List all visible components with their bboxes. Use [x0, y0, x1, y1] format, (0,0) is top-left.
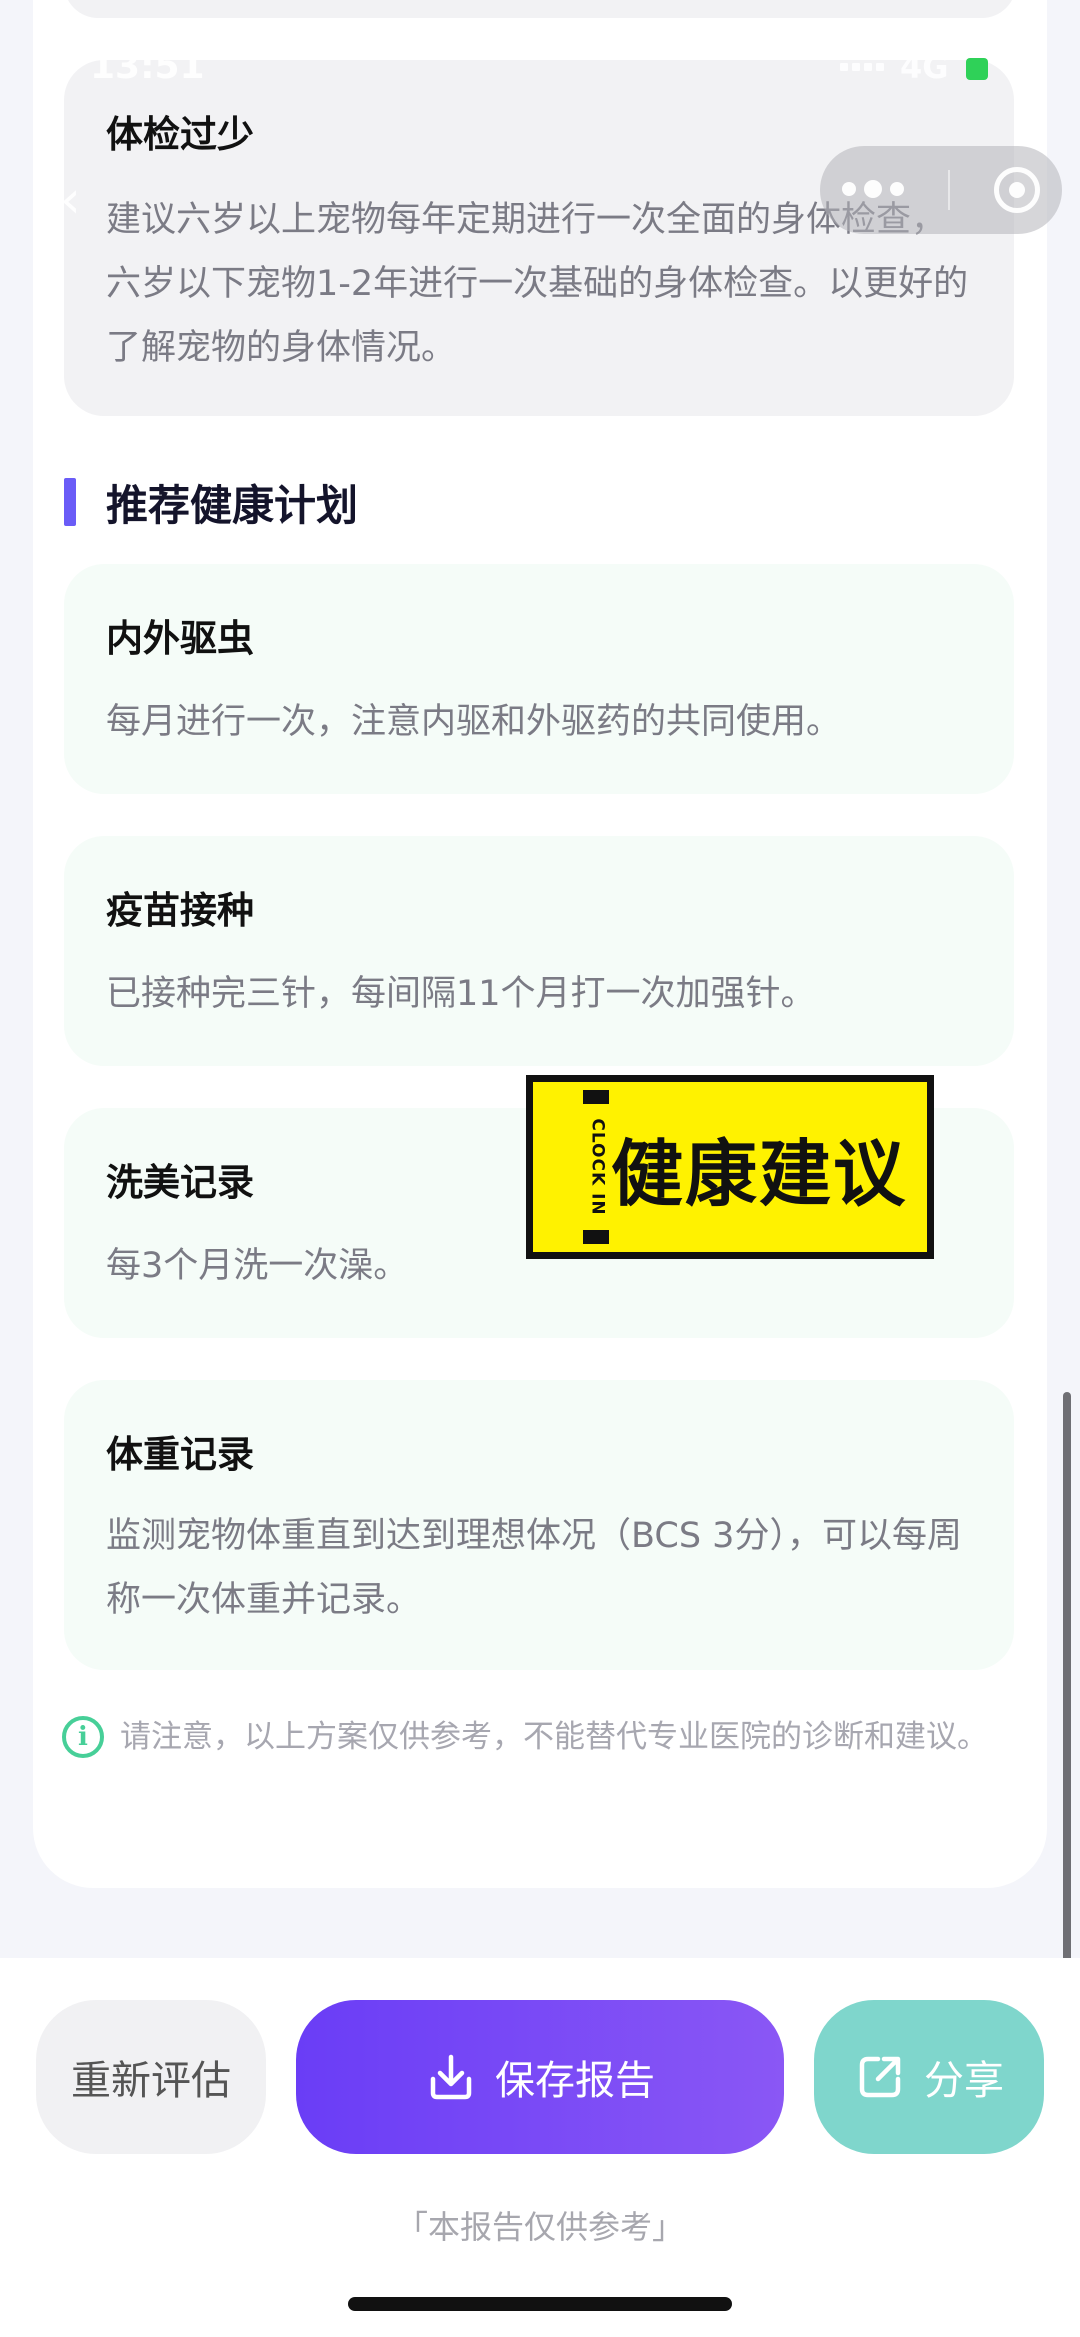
- page: 13:51 4G ‹ 体检过少 建议六岁以上宠物每年定期进行一次全面的身体检查，…: [0, 0, 1080, 2337]
- plan-body: 每月进行一次，注意内驱和外驱药的共同使用。: [106, 702, 842, 742]
- share-label: 分享: [924, 2059, 1004, 2103]
- disclaimer-notice: i 请注意，以上方案仅供参考，不能替代专业医院的诊断和建议。: [62, 1712, 1002, 1762]
- reassess-label: 重新评估: [71, 2059, 231, 2103]
- plan-card-deworm: 内外驱虫 每月进行一次，注意内驱和外驱药的共同使用。: [64, 564, 1014, 794]
- disclaimer-text: 请注意，以上方案仅供参考，不能替代专业医院的诊断和建议。: [120, 1719, 988, 1755]
- plan-card-weight: 体重记录 监测宠物体重直到达到理想体况（BCS 3分），可以每周称一次体重并记录…: [64, 1380, 1014, 1670]
- plan-body: 已接种完三针，每间隔11个月打一次加强针。: [106, 974, 816, 1014]
- plan-title: 疫苗接种: [106, 889, 254, 932]
- miniprogram-capsule: [820, 146, 1062, 234]
- bottom-action-bar: 重新评估 保存报告 分享 「本报告仅供参考」: [0, 1958, 1080, 2337]
- plan-body: 监测宠物体重直到达到理想体况（BCS 3分），可以每周称一次体重并记录。: [106, 1516, 962, 1620]
- section-accent-bar: [64, 478, 76, 526]
- share-button[interactable]: 分享: [814, 2000, 1044, 2154]
- previous-card-stub: [64, 0, 1016, 18]
- plan-title: 体重记录: [106, 1433, 254, 1476]
- section-title: 推荐健康计划: [106, 480, 359, 530]
- share-icon: [859, 2056, 901, 2098]
- card-title: 体检过少: [106, 113, 254, 156]
- capsule-divider: [948, 170, 950, 210]
- health-advice-sticker: CLOCK IN 健康建议: [526, 1075, 934, 1259]
- plan-card-vaccine: 疫苗接种 已接种完三针，每间隔11个月打一次加强针。: [64, 836, 1014, 1066]
- save-report-label: 保存报告: [495, 2059, 655, 2103]
- more-icon[interactable]: [842, 180, 904, 198]
- reassess-button[interactable]: 重新评估: [36, 2000, 266, 2154]
- section-header: 推荐健康计划: [64, 472, 358, 532]
- report-footnote: 「本报告仅供参考」: [395, 2208, 684, 2246]
- sticker-main-text: 健康建议: [610, 1131, 907, 1216]
- back-icon[interactable]: ‹: [60, 170, 81, 230]
- close-miniprogram-icon[interactable]: [994, 167, 1040, 213]
- download-icon: [430, 2054, 472, 2100]
- info-icon: i: [62, 1716, 104, 1758]
- plan-title: 洗美记录: [106, 1161, 254, 1204]
- plan-title: 内外驱虫: [106, 617, 254, 660]
- save-report-button[interactable]: 保存报告: [296, 2000, 784, 2154]
- advice-card-checkup: 体检过少 建议六岁以上宠物每年定期进行一次全面的身体检查，六岁以下宠物1-2年进…: [64, 60, 1014, 416]
- home-indicator[interactable]: [348, 2297, 732, 2311]
